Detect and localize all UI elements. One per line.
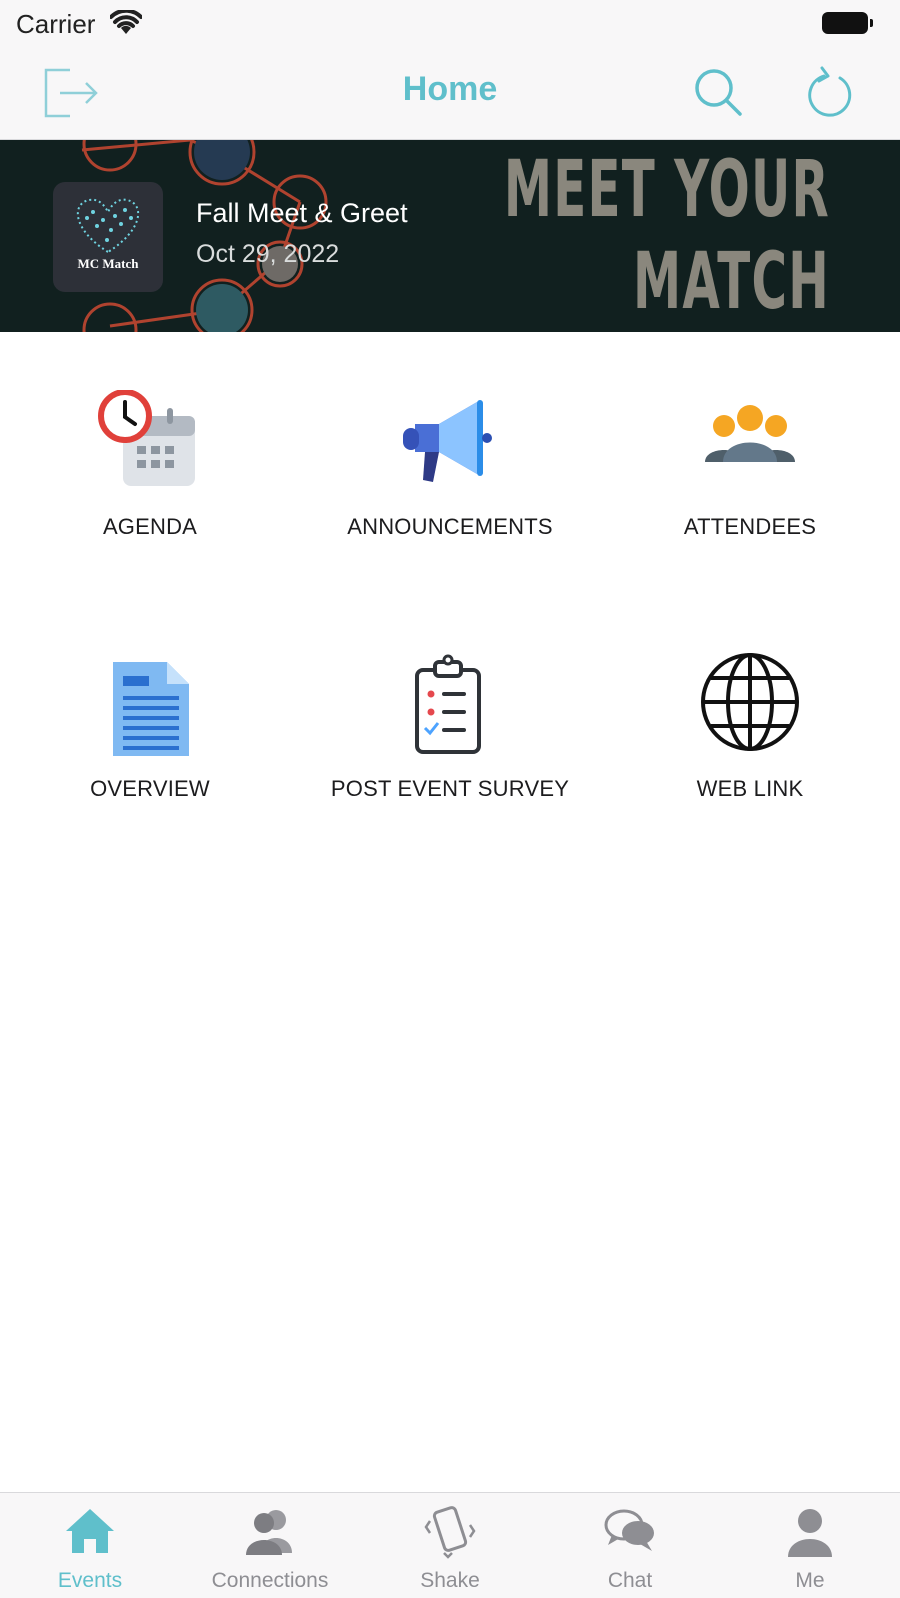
- person-icon: [788, 1509, 832, 1557]
- event-logo: MC Match: [53, 182, 163, 292]
- headline-line-2: MATCH: [633, 237, 830, 327]
- banner-headline: MEET YOUR MATCH: [504, 144, 830, 328]
- home-icon: [66, 1509, 114, 1553]
- refresh-icon[interactable]: [802, 62, 862, 122]
- battery-icon: [822, 12, 873, 34]
- tab-chat[interactable]: Chat: [540, 1493, 720, 1598]
- search-icon[interactable]: [690, 62, 750, 122]
- tile-web-link[interactable]: WEB LINK: [600, 594, 900, 824]
- tile-label: AGENDA: [102, 514, 198, 539]
- tab-label: Connections: [211, 1569, 329, 1592]
- tile-label: POST EVENT SURVEY: [330, 776, 570, 801]
- document-icon: [113, 662, 189, 756]
- event-title: Fall Meet & Greet: [196, 198, 408, 228]
- chat-bubbles-icon: [604, 1509, 654, 1551]
- event-banner[interactable]: MC Match Fall Meet & Greet Oct 29, 2022 …: [0, 140, 900, 332]
- tile-label: ATTENDEES: [683, 514, 817, 539]
- clipboard-checklist-icon: [415, 654, 481, 754]
- globe-icon: [701, 653, 799, 751]
- status-bar: Carrier: [0, 0, 900, 48]
- wifi-icon: [110, 10, 142, 34]
- tile-post-event-survey[interactable]: POST EVENT SURVEY: [300, 594, 600, 824]
- tile-label: OVERVIEW: [90, 776, 210, 801]
- event-date: Oct 29, 2022: [196, 240, 340, 268]
- carrier-label: Carrier: [16, 9, 96, 39]
- tile-agenda[interactable]: AGENDA: [0, 332, 300, 562]
- network-graphic: [81, 140, 328, 332]
- tile-label: WEB LINK: [696, 776, 804, 801]
- tile-overview[interactable]: OVERVIEW: [0, 594, 300, 824]
- tab-me[interactable]: Me: [720, 1493, 900, 1598]
- tile-announcements[interactable]: ANNOUNCEMENTS: [300, 332, 600, 562]
- people-group-icon: [705, 405, 795, 462]
- logo-text: MC Match: [77, 256, 139, 271]
- tab-events[interactable]: Events: [0, 1493, 180, 1598]
- tab-shake[interactable]: Shake: [360, 1493, 540, 1598]
- tab-label: Chat: [607, 1569, 653, 1592]
- tile-label: ANNOUNCEMENTS: [347, 514, 553, 539]
- calendar-clock-icon: [98, 390, 195, 486]
- headline-line-1: MEET YOUR: [503, 145, 830, 235]
- nav-bar: Home: [0, 48, 900, 140]
- tile-attendees[interactable]: ATTENDEES: [600, 332, 900, 562]
- connections-icon: [246, 1510, 292, 1555]
- tab-bar: Events Connections Shake Chat Me: [0, 1492, 900, 1598]
- shake-phone-icon: [424, 1506, 476, 1559]
- heart-logo-icon: [76, 198, 140, 254]
- tab-connections[interactable]: Connections: [180, 1493, 360, 1598]
- tab-label: Me: [795, 1569, 825, 1592]
- megaphone-icon: [403, 400, 492, 482]
- page-title: Home: [402, 70, 498, 108]
- tab-label: Events: [57, 1569, 123, 1592]
- tab-label: Shake: [420, 1569, 480, 1592]
